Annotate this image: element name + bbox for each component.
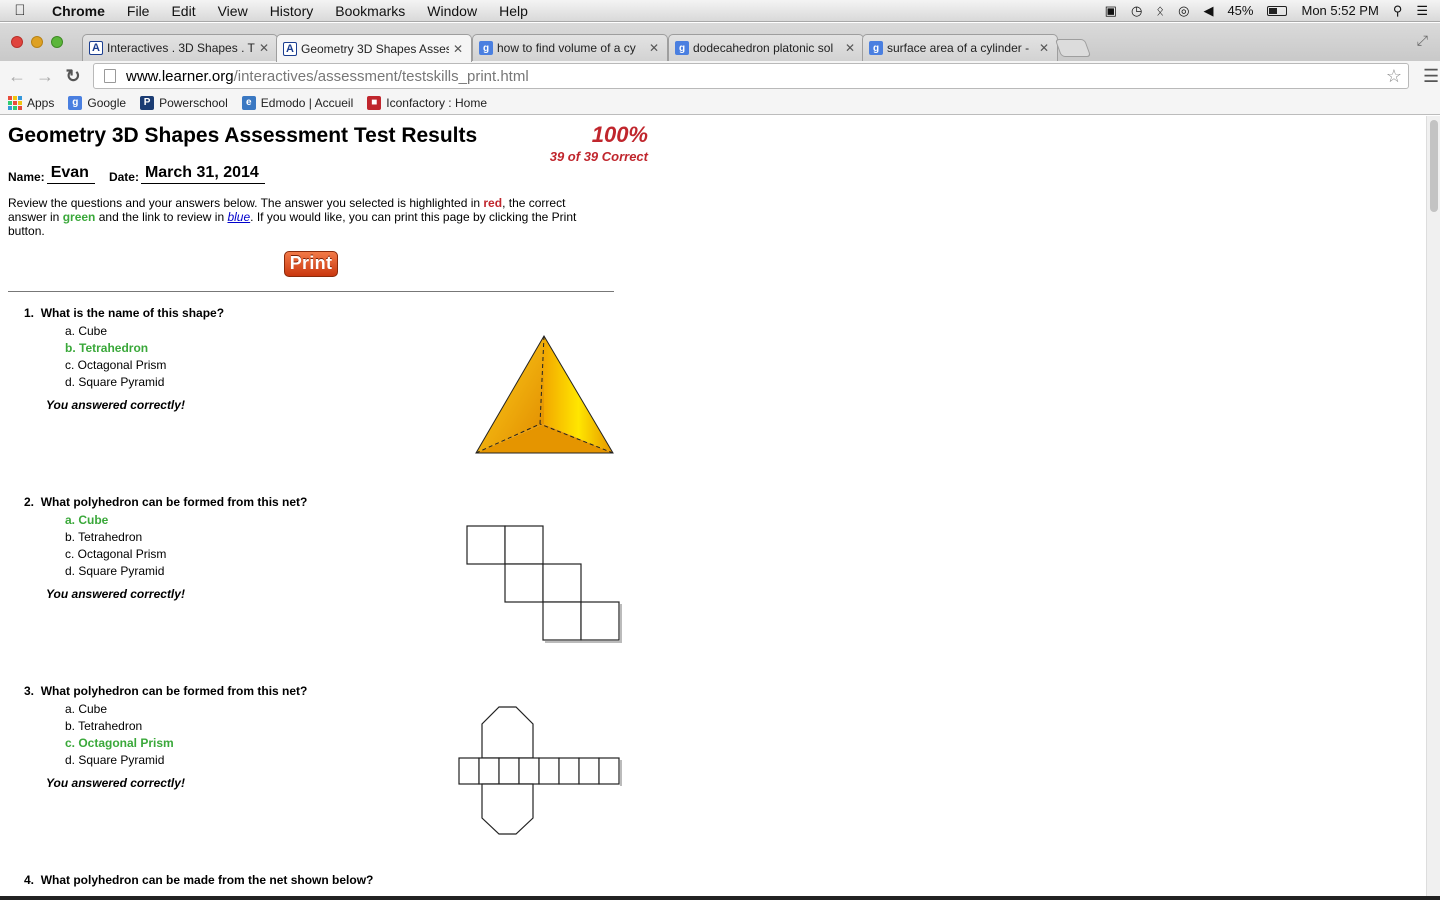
status-area: ▣ ◷ ᛟ ◎ ◀ 45% Mon 5:52 PM ⚲ ☰ <box>1105 3 1440 19</box>
score-box: 100% 39 of 39 Correct <box>528 122 648 164</box>
battery-icon[interactable] <box>1267 5 1288 16</box>
scrollbar-thumb[interactable] <box>1430 120 1438 212</box>
tab-close-icon[interactable]: ✕ <box>453 42 463 56</box>
tab-volume-search[interactable]: g how to find volume of a cy ✕ <box>472 34 668 61</box>
apps-grid-icon <box>8 95 22 110</box>
name-value: Evan <box>46 164 95 184</box>
name-label: Name: <box>8 170 45 184</box>
url-path: /interactives/assessment/testskills_prin… <box>233 67 529 85</box>
menu-help[interactable]: Help <box>488 3 539 19</box>
divider <box>8 291 614 292</box>
legend-red: red <box>483 196 503 210</box>
bookmark-star-icon[interactable]: ☆ <box>1386 66 1402 87</box>
tab-dodecahedron-search[interactable]: g dodecahedron platonic sol ✕ <box>668 34 864 61</box>
print-button[interactable]: Print <box>283 251 339 277</box>
chrome-menu-icon[interactable]: ☰ <box>1423 66 1439 87</box>
question-text: 1. What is the name of this shape? <box>24 306 225 320</box>
student-meta: Name: Evan Date: March 31, 2014 <box>8 164 658 184</box>
date-label: Date: <box>108 170 139 184</box>
page-scrollbar[interactable] <box>1426 116 1440 896</box>
bookmark-powerschool[interactable]: P Powerschool <box>140 95 228 110</box>
wifi-icon[interactable]: ◎ <box>1178 3 1189 19</box>
new-tab-button[interactable] <box>1054 39 1092 57</box>
date-value: March 31, 2014 <box>140 164 265 184</box>
bookmark-apps[interactable]: Apps <box>8 95 54 110</box>
fullscreen-icon[interactable]: ⤢ <box>1417 32 1428 49</box>
learner-favicon-icon: A <box>283 41 297 56</box>
airplay-icon[interactable]: ▣ <box>1105 3 1117 19</box>
macos-menubar:  Chrome File Edit View History Bookmark… <box>0 0 1440 22</box>
browser-toolbar: ← → ↻ www.learner.org/interactives/asses… <box>0 61 1440 91</box>
bluetooth-icon[interactable]: ᛟ <box>1156 3 1164 18</box>
instructions-text: Review the questions and your answers be… <box>8 196 577 238</box>
url-host: www.learner.org <box>126 67 234 85</box>
zoom-window-button[interactable] <box>51 36 63 48</box>
question-3: 3. What polyhedron can be formed from th… <box>24 684 624 835</box>
tab-geometry-assessment[interactable]: A Geometry 3D Shapes Asses ✕ <box>276 34 472 62</box>
back-arrow-icon[interactable]: ← <box>3 66 31 87</box>
bookmark-iconfactory[interactable]: ■ Iconfactory : Home <box>367 95 487 110</box>
edmodo-icon: e <box>241 95 256 110</box>
google-favicon-icon: g <box>479 41 493 55</box>
time-machine-icon[interactable]: ◷ <box>1131 3 1142 19</box>
menu-view[interactable]: View <box>207 3 259 19</box>
tab-interactives[interactable]: A Interactives . 3D Shapes . T ✕ <box>82 34 278 61</box>
score-count: 39 of 39 Correct <box>549 149 648 164</box>
google-favicon-icon: g <box>869 41 883 55</box>
iconfactory-icon: ■ <box>367 95 382 110</box>
question-4: 4. What polyhedron can be made from the … <box>24 873 624 887</box>
powerschool-icon: P <box>140 95 155 110</box>
page-icon <box>104 69 116 83</box>
cube-net-image <box>466 525 622 643</box>
tetrahedron-image <box>475 335 614 454</box>
score-percent: 100% <box>591 122 648 147</box>
question-text: 4. What polyhedron can be made from the … <box>24 873 374 887</box>
tab-close-icon[interactable]: ✕ <box>845 41 855 55</box>
legend-green: green <box>62 210 96 224</box>
google-icon: g <box>68 95 83 110</box>
reload-icon[interactable]: ↻ <box>59 66 87 87</box>
google-favicon-icon: g <box>675 41 689 55</box>
minimize-window-button[interactable] <box>31 36 43 48</box>
bookmark-google[interactable]: g Google <box>68 95 126 110</box>
notification-center-icon[interactable]: ☰ <box>1416 3 1428 19</box>
bookmarks-bar: Apps g Google P Powerschool e Edmodo | A… <box>0 91 1440 115</box>
window-bottom-edge <box>0 896 1440 900</box>
tab-close-icon[interactable]: ✕ <box>1039 41 1049 55</box>
forward-arrow-icon[interactable]: → <box>31 66 59 87</box>
page-viewport: Geometry 3D Shapes Assessment Test Resul… <box>0 116 1426 896</box>
address-bar[interactable]: www.learner.org/interactives/assessment/… <box>93 63 1409 89</box>
clock[interactable]: Mon 5:52 PM <box>1301 3 1378 18</box>
bookmark-edmodo[interactable]: e Edmodo | Accueil <box>241 95 353 110</box>
close-window-button[interactable] <box>11 36 23 48</box>
tab-strip: A Interactives . 3D Shapes . T ✕ A Geome… <box>0 23 1440 62</box>
legend-blue-link[interactable]: blue <box>227 210 250 224</box>
question-1: 1. What is the name of this shape? a. Cu… <box>24 306 624 454</box>
tab-close-icon[interactable]: ✕ <box>259 41 269 55</box>
question-text: 2. What polyhedron can be formed from th… <box>24 495 308 509</box>
volume-icon[interactable]: ◀ <box>1203 3 1213 19</box>
learner-favicon-icon: A <box>89 41 103 55</box>
tab-close-icon[interactable]: ✕ <box>649 41 659 55</box>
question-2: 2. What polyhedron can be formed from th… <box>24 495 624 643</box>
results-content: Geometry 3D Shapes Assessment Test Resul… <box>8 122 658 292</box>
spotlight-icon[interactable]: ⚲ <box>1393 3 1403 19</box>
battery-percent[interactable]: 45% <box>1227 3 1253 18</box>
menu-bookmarks[interactable]: Bookmarks <box>324 3 416 19</box>
menu-history[interactable]: History <box>259 3 325 19</box>
tab-surface-area-search[interactable]: g surface area of a cylinder - ✕ <box>862 34 1058 61</box>
menu-edit[interactable]: Edit <box>160 3 206 19</box>
question-text: 3. What polyhedron can be formed from th… <box>24 684 308 698</box>
apple-menu-icon[interactable]:  <box>0 2 40 19</box>
menu-file[interactable]: File <box>116 3 161 19</box>
octagonal-prism-net-image <box>458 706 622 835</box>
menu-app-name[interactable]: Chrome <box>40 3 116 19</box>
menu-window[interactable]: Window <box>416 3 488 19</box>
